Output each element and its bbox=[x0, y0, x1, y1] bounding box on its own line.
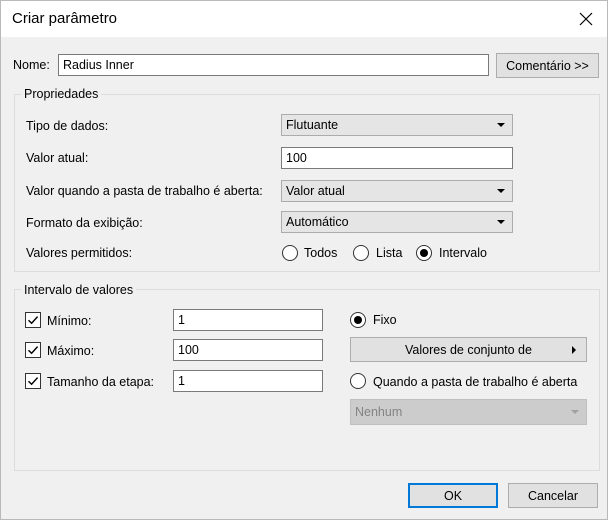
min-input[interactable]: 1 bbox=[173, 309, 323, 331]
checkmark-icon bbox=[28, 377, 39, 386]
radio-todos-label: Todos bbox=[304, 246, 338, 260]
when-open-value: Nenhum bbox=[355, 405, 403, 419]
chevron-down-icon bbox=[497, 220, 505, 224]
chevron-down-icon bbox=[497, 189, 505, 193]
checkmark-icon bbox=[28, 316, 39, 325]
comment-button[interactable]: Comentário >> bbox=[496, 53, 599, 78]
radio-fixed-label: Fixo bbox=[373, 313, 397, 327]
max-label: Máximo: bbox=[47, 344, 95, 358]
chevron-right-icon bbox=[572, 346, 576, 354]
max-checkbox[interactable] bbox=[25, 342, 41, 358]
name-label: Nome: bbox=[13, 58, 50, 72]
radio-lista[interactable] bbox=[353, 245, 369, 261]
radio-todos[interactable] bbox=[282, 245, 298, 261]
name-input[interactable]: Radius Inner bbox=[58, 54, 489, 76]
chevron-down-icon bbox=[497, 123, 505, 127]
checkmark-icon bbox=[28, 346, 39, 355]
radio-intervalo[interactable] bbox=[416, 245, 432, 261]
range-legend: Intervalo de valores bbox=[21, 283, 137, 297]
data-type-label: Tipo de dados: bbox=[26, 119, 109, 133]
min-checkbox[interactable] bbox=[25, 312, 41, 328]
step-label: Tamanho da etapa: bbox=[47, 375, 155, 389]
current-value-input[interactable]: 100 bbox=[281, 147, 513, 169]
current-value-label: Valor atual: bbox=[26, 151, 89, 165]
display-format-value: Automático bbox=[286, 215, 349, 229]
open-value-select[interactable]: Valor atual bbox=[281, 180, 513, 202]
window-title: Criar parâmetro bbox=[12, 10, 118, 27]
open-value-label: Valor quando a pasta de trabalho é abert… bbox=[26, 184, 263, 198]
close-icon bbox=[579, 12, 593, 26]
cancel-button[interactable]: Cancelar bbox=[508, 483, 598, 508]
create-parameter-dialog: Criar parâmetro Nome: Radius Inner Comen… bbox=[0, 0, 608, 520]
step-input[interactable]: 1 bbox=[173, 370, 323, 392]
when-open-select[interactable]: Nenhum bbox=[350, 399, 587, 425]
min-label: Mínimo: bbox=[47, 314, 92, 328]
title-bar: Criar parâmetro bbox=[1, 1, 607, 37]
radio-fixed[interactable] bbox=[350, 312, 366, 328]
display-format-label: Formato da exibição: bbox=[26, 216, 143, 230]
set-from-button[interactable]: Valores de conjunto de bbox=[350, 337, 587, 362]
data-type-value: Flutuante bbox=[286, 118, 339, 132]
chevron-down-icon bbox=[571, 410, 579, 414]
radio-intervalo-label: Intervalo bbox=[439, 246, 487, 260]
step-checkbox[interactable] bbox=[25, 373, 41, 389]
display-format-select[interactable]: Automático bbox=[281, 211, 513, 233]
max-input[interactable]: 100 bbox=[173, 339, 323, 361]
data-type-select[interactable]: Flutuante bbox=[281, 114, 513, 136]
radio-when-open-label: Quando a pasta de trabalho é aberta bbox=[373, 375, 578, 389]
ok-button[interactable]: OK bbox=[408, 483, 498, 508]
open-value-value: Valor atual bbox=[286, 184, 345, 198]
properties-legend: Propriedades bbox=[21, 87, 102, 101]
allowed-values-label: Valores permitidos: bbox=[26, 246, 133, 260]
radio-when-open[interactable] bbox=[350, 373, 366, 389]
close-button[interactable] bbox=[571, 5, 601, 33]
radio-lista-label: Lista bbox=[376, 246, 403, 260]
set-from-label: Valores de conjunto de bbox=[405, 342, 532, 357]
